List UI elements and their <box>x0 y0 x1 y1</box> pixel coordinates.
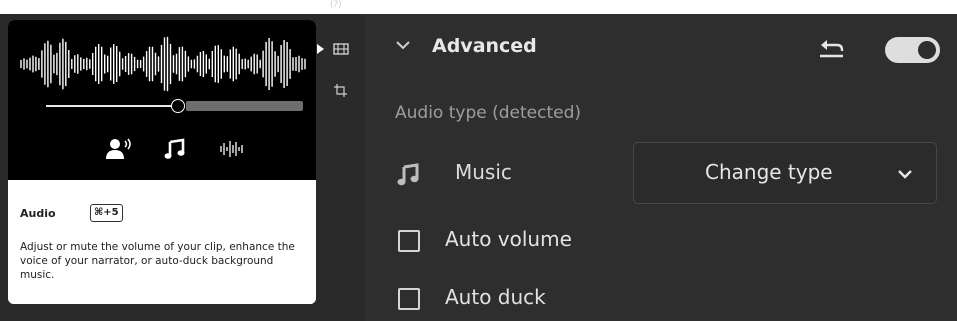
auto-duck-label: Auto duck <box>445 285 546 309</box>
tooltip-description: Adjust or mute the volume of your clip, … <box>20 241 295 281</box>
tooltip-pointer <box>317 44 324 54</box>
volume-slider-remaining <box>186 101 303 111</box>
reset-icon[interactable] <box>819 38 845 58</box>
audio-preview <box>8 20 316 180</box>
voice-icon <box>106 138 131 159</box>
chevron-down-icon[interactable] <box>395 40 411 51</box>
auto-volume-label: Auto volume <box>445 227 572 251</box>
change-type-label: Change type <box>705 160 833 184</box>
audio-type-value: Music <box>455 160 512 184</box>
volume-slider-track <box>46 105 172 107</box>
keyboard-shortcut-badge: ⌘+5 <box>90 204 123 222</box>
volume-slider-knob <box>171 99 185 113</box>
music-note-icon <box>397 163 419 186</box>
audio-settings-panel: Advanced Audio type (detected) Music Cha… <box>365 14 957 321</box>
audio-tooltip-card: Audio ⌘+5 Adjust or mute the volume of y… <box>8 20 316 304</box>
audio-type-label: Audio type (detected) <box>395 103 582 123</box>
change-type-dropdown[interactable]: Change type <box>633 142 937 204</box>
tooltip-body: Audio ⌘+5 Adjust or mute the volume of y… <box>8 180 316 304</box>
audio-tool-icon[interactable] <box>333 43 349 55</box>
tooltip-title: Audio <box>20 207 56 220</box>
auto-duck-checkbox[interactable] <box>398 288 420 310</box>
advanced-toggle[interactable] <box>885 37 940 63</box>
app-window: Audio ⌘+5 Adjust or mute the volume of y… <box>0 0 957 321</box>
toggle-knob <box>918 41 936 59</box>
music-note-icon <box>164 138 185 159</box>
chevron-down-icon <box>898 170 912 179</box>
toolbar-top-label: (?) <box>330 0 342 10</box>
crop-tool-icon[interactable] <box>333 83 348 98</box>
top-strip <box>0 0 957 14</box>
section-title[interactable]: Advanced <box>432 35 537 57</box>
waveform-icon <box>20 36 306 92</box>
auto-volume-checkbox[interactable] <box>398 230 420 252</box>
waveform-icon <box>220 141 243 157</box>
